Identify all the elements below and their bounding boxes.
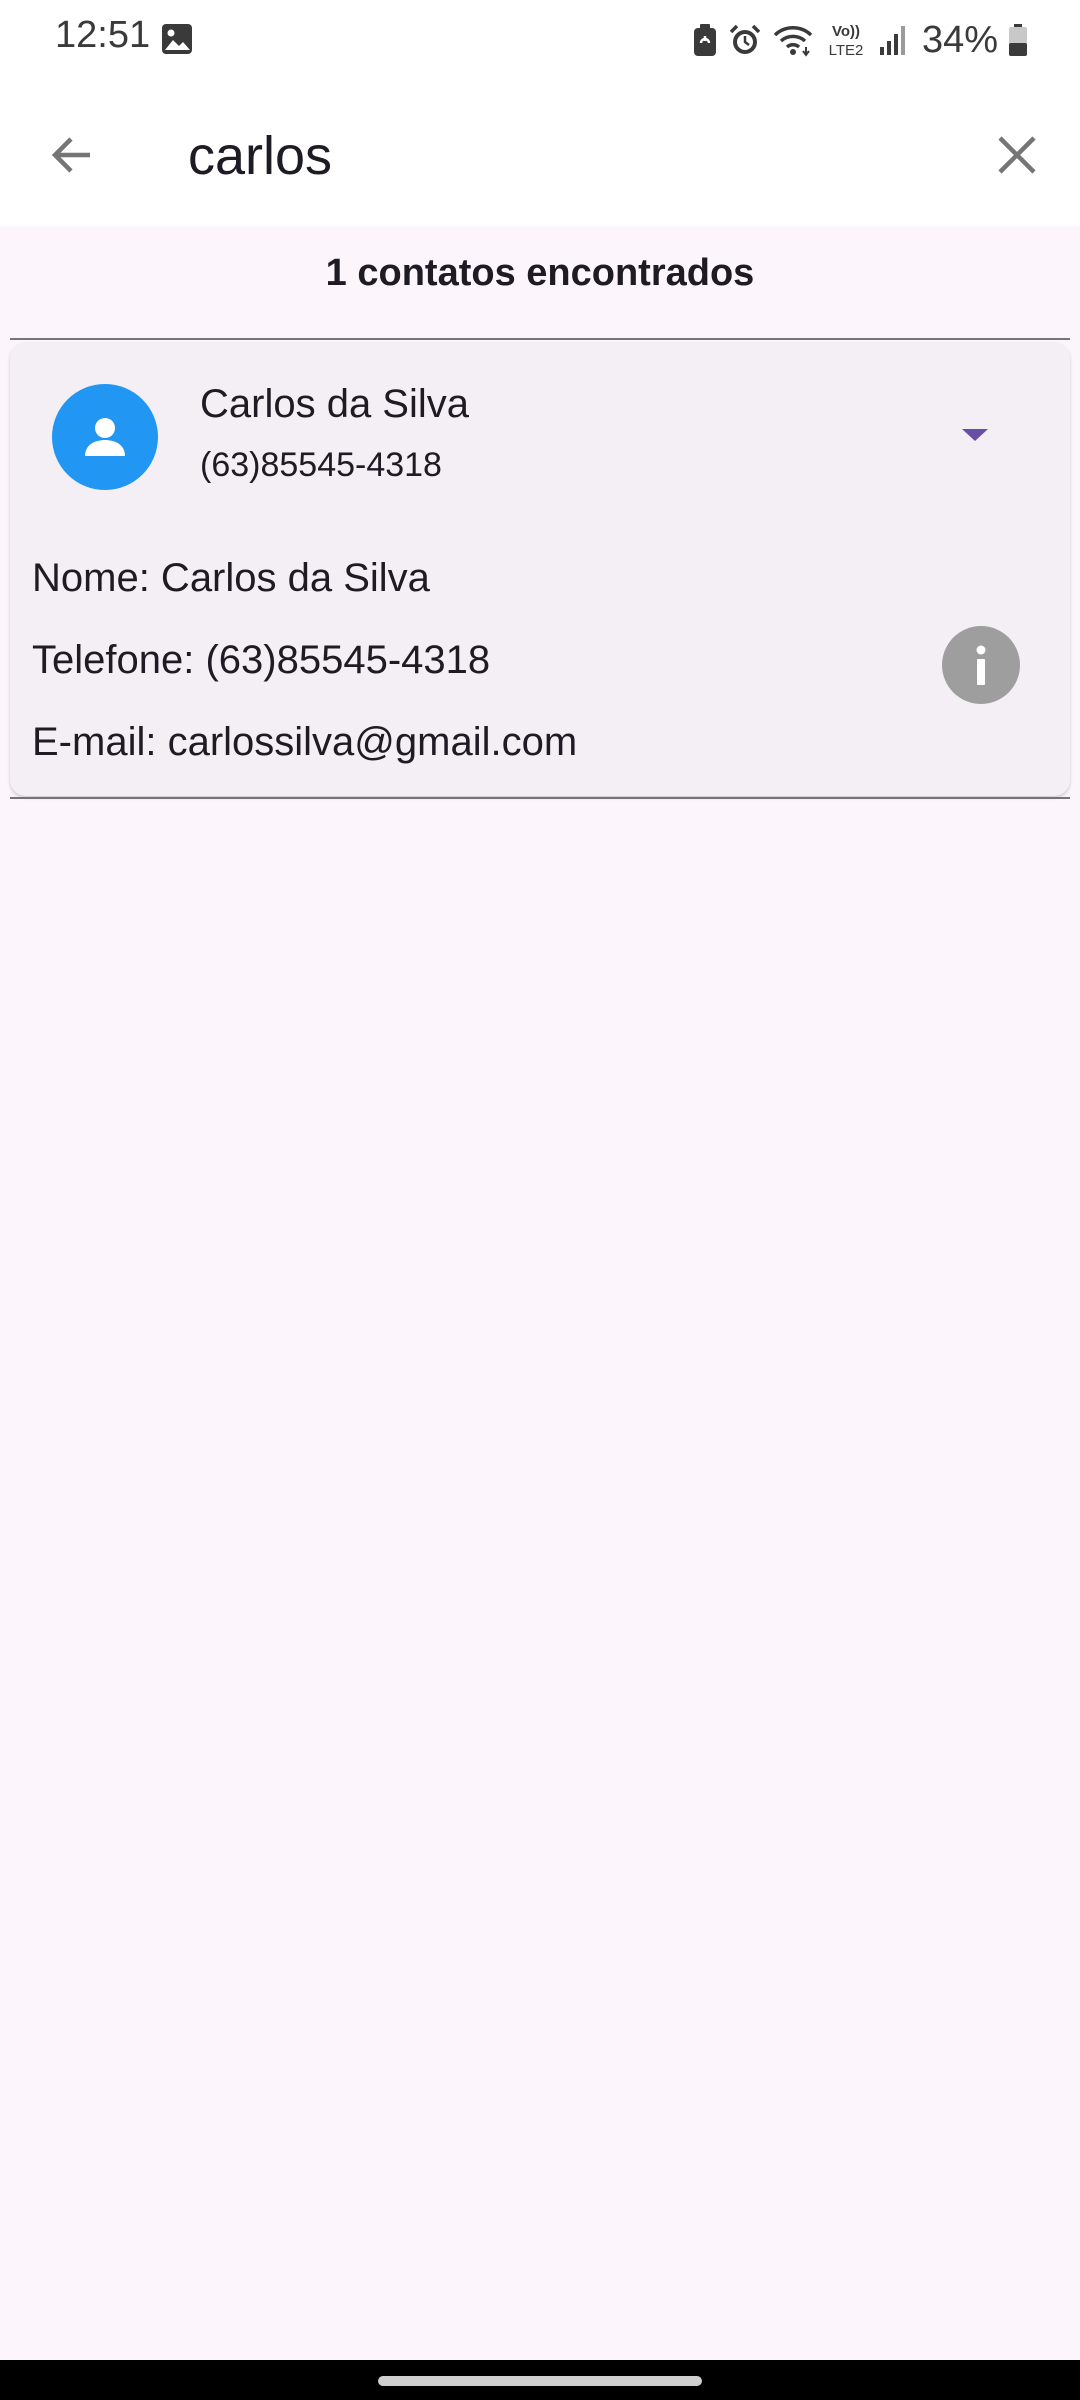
avatar: [52, 384, 158, 490]
home-gesture-handle[interactable]: [378, 2376, 702, 2386]
volte-label-top: Vo)): [832, 23, 860, 40]
contact-name: Carlos da Silva: [200, 382, 470, 426]
battery-percentage: 34%: [921, 18, 998, 61]
signal-icon: [879, 26, 905, 55]
gallery-icon: [162, 24, 192, 54]
contact-phone: (63)85545-4318: [200, 446, 442, 484]
results-count: 1 contatos encontrados: [325, 252, 755, 294]
volte-icon: Vo)) LTE2: [829, 23, 864, 59]
person-icon: [85, 418, 125, 456]
clear-search-button[interactable]: [984, 122, 1050, 188]
search-app-bar: [0, 80, 1080, 226]
expand-toggle-button[interactable]: [950, 410, 1000, 460]
navigation-bar: [0, 2360, 1080, 2400]
search-input[interactable]: [188, 116, 948, 196]
detail-email: E-mail: carlossilva@gmail.com: [32, 720, 578, 764]
arrow-drop-down-icon: [962, 429, 988, 441]
detail-phone: Telefone: (63)85545-4318: [32, 638, 491, 682]
status-bar: 12:51 Vo)) LTE2 34%: [0, 0, 1080, 80]
battery-saver-icon: [693, 24, 716, 56]
wifi-icon: [773, 26, 813, 57]
close-icon: [998, 136, 1036, 174]
status-time: 12:51: [55, 14, 151, 56]
back-button[interactable]: [40, 122, 106, 188]
info-button[interactable]: [942, 626, 1020, 704]
status-icons: Vo)) LTE2 34%: [692, 14, 1028, 66]
info-icon: [976, 645, 986, 685]
divider: [10, 797, 1070, 799]
arrow-left-icon: [51, 137, 90, 173]
volte-label-bottom: LTE2: [829, 42, 864, 59]
detail-name: Nome: Carlos da Silva: [32, 556, 430, 600]
divider: [10, 338, 1070, 340]
alarm-icon: [729, 24, 761, 54]
screen: 12:51 Vo)) LTE2 34% carlos 1 contatos en…: [0, 0, 1080, 2400]
contact-card[interactable]: Carlos da Silva (63)85545-4318 Nome: Car…: [10, 342, 1070, 796]
battery-icon: [1009, 24, 1027, 56]
